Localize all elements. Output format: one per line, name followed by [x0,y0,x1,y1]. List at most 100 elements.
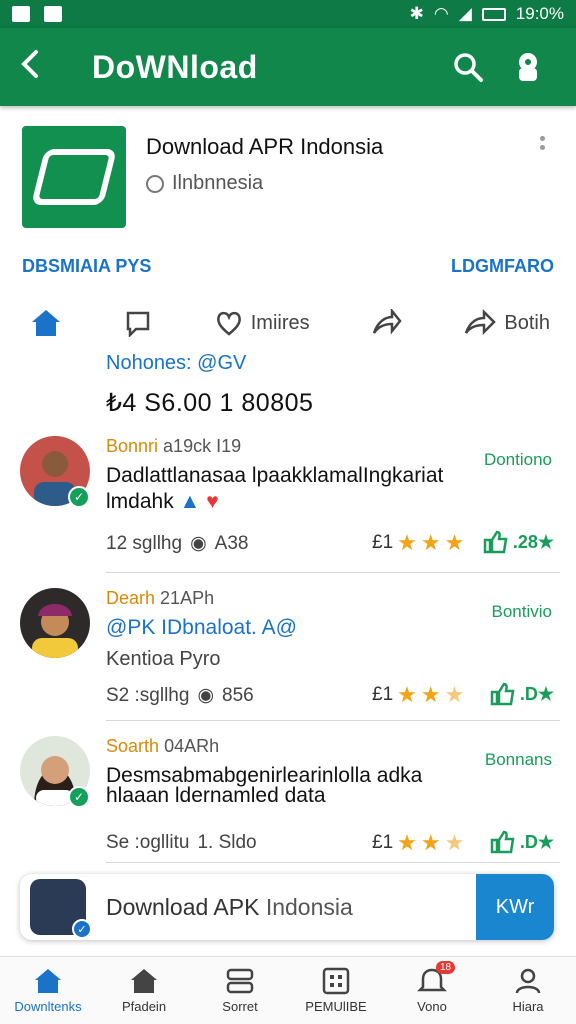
verified-icon: ✓ [68,786,90,808]
nav-label: Vono [417,999,447,1014]
battery-icon [481,7,506,21]
layers-icon [226,968,254,994]
review-meta: Se :ogllitu 1. Sldo [106,832,257,853]
send-action[interactable] [372,309,402,337]
app-name: Download APR Indonsia [146,134,384,159]
link-row: DBSMIAIA PYS LDGMFARO [22,256,554,277]
nav-label: Downltenks [14,999,82,1014]
bottom-nav: Downltenks Pfadein Sorret PEMUlIBE 18 Vo… [0,956,576,1024]
app-region-label: Ilnbnnesia [172,172,264,194]
back-button[interactable] [18,49,74,85]
grid-icon [322,967,350,995]
nav-item-home[interactable]: Pfadein [96,957,192,1024]
page-title: DoWNload [92,48,258,85]
nav-label: Pfadein [121,999,167,1014]
review-author: Dearh 21APh [106,588,215,608]
wifi-icon: ◠ [433,4,449,23]
star-icon: ★ [397,830,417,855]
comment-action[interactable] [124,309,152,337]
review-subtext: Kentioa Pyro [106,648,221,670]
nav-label: Sorret [222,999,258,1014]
gallery-icon [44,6,62,22]
account-icon [519,53,537,81]
bluetooth-icon: ✱ [409,4,424,23]
divider [106,572,560,573]
notification-badge: 18 [436,961,456,974]
review-meta: S2 :sgllhg ◉ 856 [106,684,254,707]
comment-icon [127,311,150,337]
nav-item-grid[interactable]: PEMUlIBE [288,957,384,1024]
search-button[interactable] [438,51,498,83]
star-icon: ★ [397,530,417,555]
review-status: Bontivio [491,602,552,621]
section-label: Nohones: @GV [106,352,247,374]
heart-icon [216,311,241,336]
clock: 19:0% [515,4,564,23]
share-label: Botih [504,311,550,334]
review-meta: 12 sgllhg ◉ A38 [106,532,249,555]
clock-icon: ◉ [190,533,207,554]
globe-icon [146,174,164,193]
home-icon [32,310,60,336]
star-half-icon: ★ [444,682,465,707]
send-icon [372,309,402,335]
nav-item-notifications[interactable]: 18 Vono [384,957,480,1024]
review-item[interactable]: ✓ Soarth 04ARh Bonnans Desmsabmabgenirle… [20,736,560,856]
star-icon: ★ [444,530,465,555]
star-icon: ★ [420,530,441,555]
more-options-icon[interactable] [540,136,546,150]
clock-icon: ◉ [197,685,215,706]
back-arrow-icon [21,50,38,78]
thumbs-up-icon [490,682,515,706]
review-text: Dadlattlanasaa lpaakklamalIngkariat [106,464,444,487]
review-subtext: lmdahk ▲ ♥ [106,490,219,513]
house-icon [131,969,157,993]
like-button[interactable]: .D★ [490,682,554,706]
like-button[interactable]: .D★ [490,830,554,854]
action-row: Imiires Botih [30,300,550,346]
review-rating: £1 ★ ★ ★ [372,530,465,555]
home-action[interactable] [30,308,62,338]
app-region: Ilnbnnesia [146,172,263,195]
app-bar: DoWNload [0,28,576,106]
thumbs-up-icon [483,530,508,554]
app-header: Download APR Indonsia Ilnbnnesia [22,126,554,230]
phone-icon: ✓ [30,879,92,939]
review-status: Bonnans [484,750,552,769]
download-banner[interactable]: ✓ Download APK Indonsia KWr [20,874,554,940]
nav-item-sort[interactable]: Sorret [192,957,288,1024]
verified-icon: ✓ [68,486,90,508]
review-rating: £1 ★ ★ ★ [372,682,465,707]
banner-button[interactable]: KWr [476,874,554,940]
like-action[interactable]: Imiires [215,309,310,337]
review-text: @PK IDbnaloat. A@ [106,616,297,639]
price-value: ₺4 S6.00 1 80805 [106,389,314,417]
review-subtext: hlaaan ldernamled data [106,784,326,807]
app-logo-icon [22,126,126,228]
profile-icon [515,968,541,994]
heart-emoji-icon: ♥ [206,490,219,513]
thumbs-up-icon [490,830,515,854]
like-button[interactable]: .28★ [483,530,554,554]
star-icon: ★ [420,682,441,707]
nav-label: Hiara [512,999,544,1014]
avatar [20,588,90,658]
banner-title: Download APK Indonsia [106,893,353,920]
review-item[interactable]: Dearh 21APh Bontivio @PK IDbnaloat. A@ K… [20,588,560,708]
account-button[interactable] [498,51,558,83]
review-author: Soarth 04ARh [106,736,220,756]
review-author: Bonnri a19ck I19 [106,436,242,456]
download-link[interactable]: LDGMFARO [451,256,554,277]
nav-item-downloads[interactable]: Downltenks [0,957,96,1024]
signal-icon: ◢ [458,4,472,23]
review-status: Dontiono [483,450,552,469]
review-rating: £1 ★ ★ ★ [372,830,465,855]
share-icon [465,309,497,336]
star-half-icon: ★ [444,830,465,855]
check-icon: ✓ [72,919,92,939]
details-link[interactable]: DBSMIAIA PYS [22,256,151,277]
nav-item-profile[interactable]: Hiara [480,957,576,1024]
review-item[interactable]: ✓ Bonnri a19ck I19 Dontiono Dadlattlanas… [20,436,560,556]
thumbs-icon: ▲ [179,490,201,513]
share-action[interactable]: Botih [464,309,550,337]
